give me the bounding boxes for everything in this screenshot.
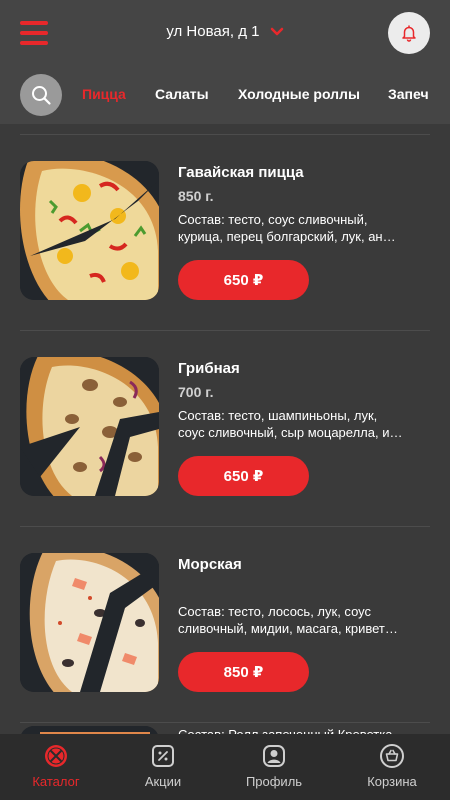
nav-promotions[interactable]: Акции (107, 734, 219, 800)
nav-catalog[interactable]: Каталог (0, 734, 112, 800)
address-text: ул Новая, д 1 (166, 22, 260, 40)
product-image[interactable] (20, 357, 159, 496)
product-name[interactable]: Морская (178, 556, 242, 573)
tab-baked[interactable]: Запеч (388, 86, 429, 102)
nav-label: Каталог (32, 774, 80, 789)
profile-icon (263, 745, 285, 767)
add-to-cart-button[interactable]: 650 ₽ (178, 456, 309, 496)
pizza-image (20, 553, 159, 692)
product-name[interactable]: Гавайская пицца (178, 164, 304, 181)
promo-icon (152, 745, 174, 767)
product-image[interactable] (20, 726, 159, 734)
description-line: соус сливочный, сыр моцарелла, и… (178, 425, 403, 440)
divider (20, 526, 430, 527)
bell-icon (402, 25, 416, 42)
product-card[interactable]: Морская Состав: тесто, лосось, лук, соус… (0, 553, 450, 713)
description-line: курица, перец болгарский, лук, ан… (178, 229, 396, 244)
catalog-icon (45, 745, 67, 767)
search-icon (32, 86, 51, 105)
nav-cart[interactable]: Корзина (336, 734, 448, 800)
product-card[interactable]: Гавайская пицца 850 г. Состав: тесто, со… (0, 161, 450, 321)
description-line: Состав: тесто, шампиньоны, лук, (178, 408, 378, 423)
divider (20, 330, 430, 331)
pizza-image (20, 161, 159, 300)
nav-label: Корзина (367, 774, 417, 789)
cart-icon (380, 744, 404, 768)
bottom-navigation: Каталог Акции Профиль Корзина (0, 734, 450, 800)
menu-bar (20, 41, 48, 45)
product-list[interactable]: Гавайская пицца 850 г. Состав: тесто, со… (0, 124, 450, 734)
description-line: Состав: Ролл запеченный Креветка (178, 726, 432, 734)
tab-salads[interactable]: Салаты (155, 86, 209, 102)
product-description: Состав: тесто, соус сливочный, курица, п… (178, 211, 432, 245)
nav-label: Профиль (245, 774, 303, 789)
description-line: Состав: тесто, лосось, лук, соус (178, 604, 372, 619)
description-line: сливочный, мидии, масага, кривет… (178, 621, 398, 636)
product-image[interactable] (20, 553, 159, 692)
pizza-image (20, 357, 159, 496)
roll-image (20, 726, 159, 734)
product-description: Состав: Ролл запеченный Креветка (178, 726, 432, 734)
tab-pizza[interactable]: Пицца (82, 86, 126, 102)
divider (20, 134, 430, 135)
nav-label: Акции (144, 774, 182, 789)
notifications-button[interactable] (388, 12, 430, 54)
product-name[interactable]: Грибная (178, 360, 240, 377)
product-description: Состав: тесто, лосось, лук, соус сливочн… (178, 603, 432, 637)
search-button[interactable] (20, 74, 62, 116)
add-to-cart-button[interactable]: 850 ₽ (178, 652, 309, 692)
nav-profile[interactable]: Профиль (218, 734, 330, 800)
app-header: ул Новая, д 1 Пицца Салаты Холодные ролл… (0, 0, 450, 124)
product-weight: 850 г. (178, 188, 214, 204)
product-card[interactable]: Грибная 700 г. Состав: тесто, шампиньоны… (0, 357, 450, 517)
product-weight: 700 г. (178, 384, 214, 400)
product-description: Состав: тесто, шампиньоны, лук, соус сли… (178, 407, 432, 441)
product-card[interactable]: Состав: Ролл запеченный Креветка (0, 726, 450, 734)
tab-cold-rolls[interactable]: Холодные роллы (238, 86, 360, 102)
add-to-cart-button[interactable]: 650 ₽ (178, 260, 309, 300)
address-selector[interactable]: ул Новая, д 1 (0, 22, 450, 40)
description-line: Состав: тесто, соус сливочный, (178, 212, 368, 227)
chevron-down-icon (270, 27, 283, 35)
product-image[interactable] (20, 161, 159, 300)
divider (20, 722, 430, 723)
